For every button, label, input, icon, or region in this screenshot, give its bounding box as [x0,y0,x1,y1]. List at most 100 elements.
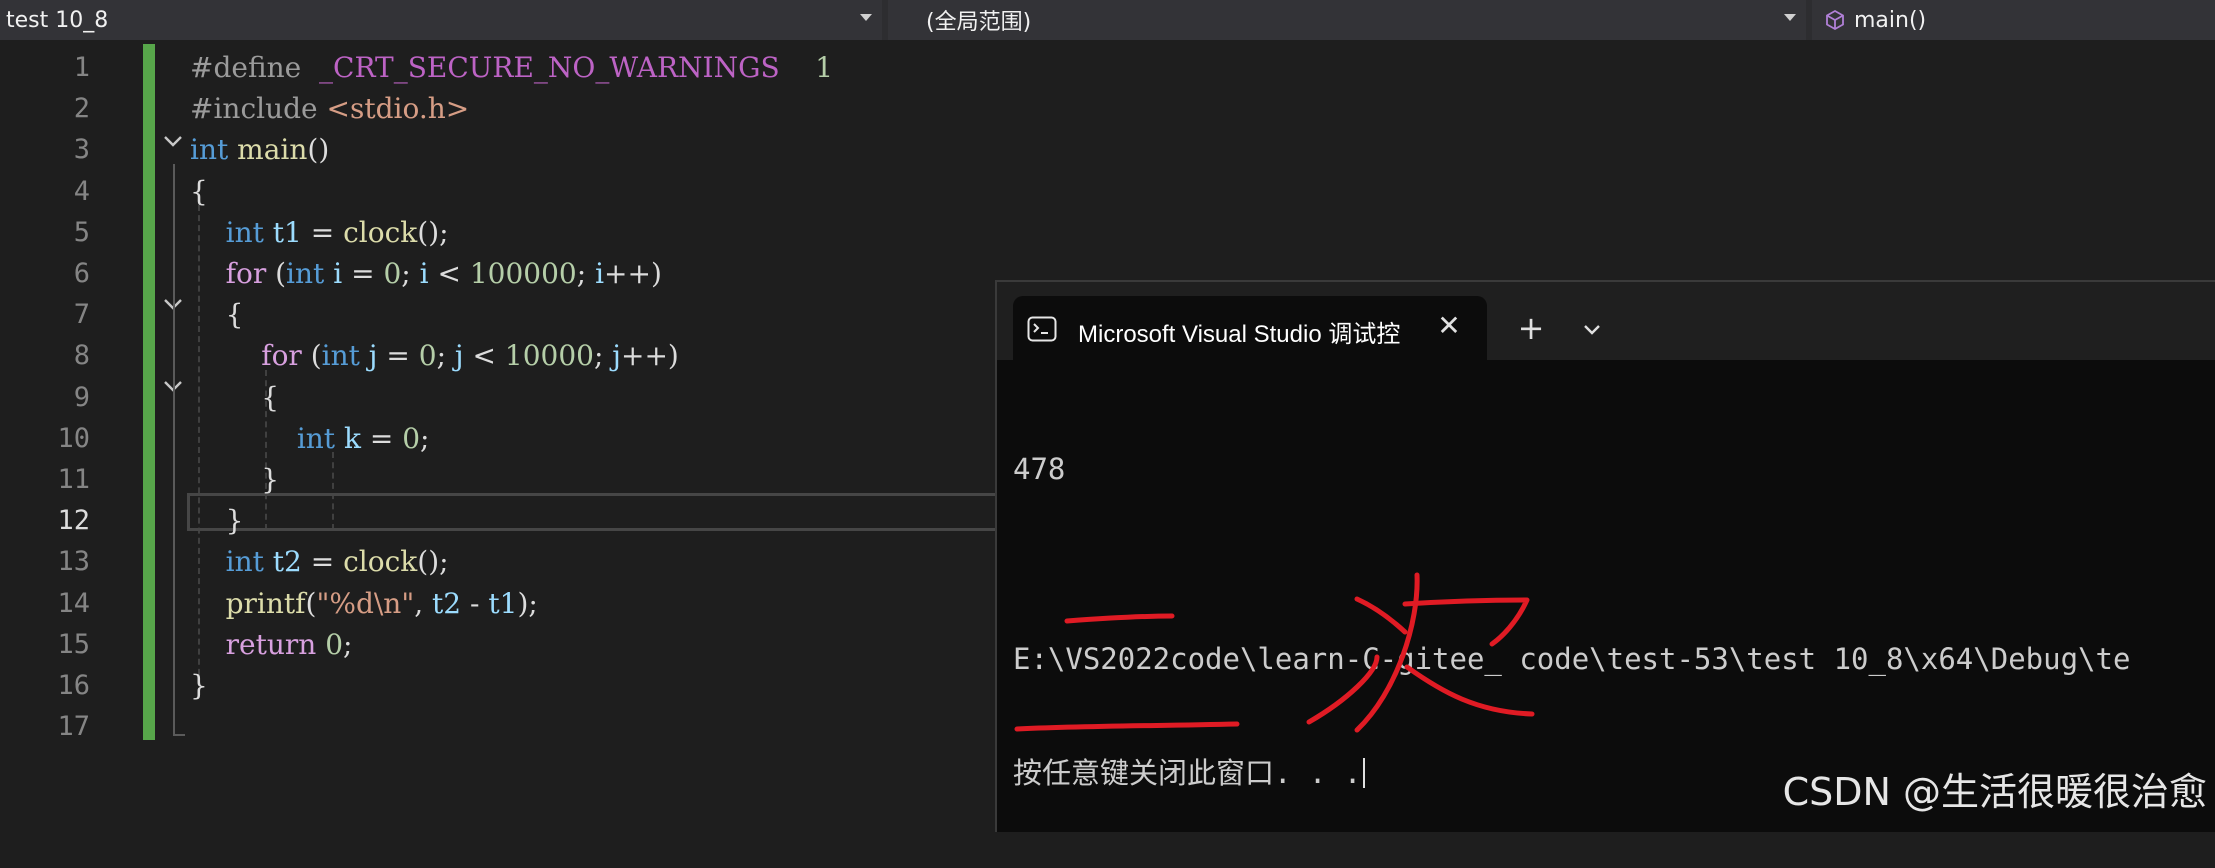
code-line: } [190,665,208,706]
code-token: <stdio.h> [326,92,470,126]
code-token: < [463,339,505,373]
code-token: int [225,215,264,249]
code-line: int k = 0; [190,418,430,459]
outline-bracket [173,327,175,367]
code-line: for (int i = 0; i < 100000; i++) [190,253,662,294]
code-line: printf("%d\n", t2 - t1); [190,583,538,624]
code-token: clock [343,215,418,249]
code-token: ; [343,627,353,661]
code-line: int t2 = clock(); [190,541,449,582]
line-number: 8 [73,340,90,372]
line-number: 9 [73,381,90,413]
line-number: 4 [73,175,90,207]
chevron-down-icon [1784,14,1796,21]
line-number: 15 [57,628,90,660]
code-token: i [419,257,429,290]
watermark-text: CSDN @生活很暖很治愈 [1782,770,2207,814]
code-token: = [360,421,403,455]
code-token: 0 [325,627,344,661]
line-number: 14 [57,587,90,619]
code-token: } [190,669,208,702]
code-token: , [414,586,433,620]
code-token: (); [417,215,449,249]
line-number: 1 [73,52,90,83]
code-token: main [237,133,308,167]
code-token: int [286,257,325,290]
member-dropdown[interactable]: main() [1812,0,2215,40]
code-token: j [612,339,621,373]
line-number: 10 [57,422,90,454]
code-token: 0 [383,257,402,290]
line-number: 7 [73,299,90,331]
scope-dropdown[interactable]: (全局范围) [888,0,1806,40]
code-token: _CRT_SECURE_NO_WARNINGS [319,51,780,84]
project-dropdown[interactable]: test 10_8 [0,0,882,40]
code-token: < [428,257,470,290]
code-token: () [307,133,330,167]
code-line: int t1 = clock(); [190,212,449,253]
code-token: int [296,421,336,455]
outline-bracket [173,409,175,449]
code-token: ); [517,586,538,620]
code-token: int [190,133,229,167]
code-line: return 0; [190,624,353,665]
method-cube-icon [1826,9,1844,31]
code-line: #include <stdio.h> [190,88,469,129]
code-token: ; [576,257,596,290]
outline-bracket [173,164,185,736]
code-token: t2 [432,586,462,620]
project-dropdown-label: test 10_8 [6,7,109,33]
code-token: ; [436,339,455,373]
code-token: int [321,339,360,373]
code-token: t1 [488,586,518,620]
fold-chevron-icon[interactable] [162,130,184,152]
line-number: 13 [57,546,90,578]
code-token: #include [190,92,318,126]
code-token: 100000 [469,257,577,290]
code-token: int [225,545,264,579]
code-token: (); [417,545,449,579]
code-token: { [190,298,244,332]
code-token: } [190,463,280,496]
code-line: { [190,294,244,335]
line-number: 11 [57,464,90,495]
code-token: ( [266,257,287,290]
code-token: i [595,257,605,290]
code-token: = [377,339,419,373]
code-token: "%d\n" [316,586,415,620]
member-dropdown-label: main() [1854,7,1927,33]
line-number: 17 [57,711,90,743]
debug-console-window[interactable]: Microsoft Visual Studio 调试控 ✕ + 478 E:\V… [995,280,2215,832]
code-token: = [342,257,384,290]
code-token: - [461,586,489,620]
code-token: clock [343,545,418,579]
code-line: { [190,377,279,418]
navigation-bar: test 10_8 (全局范围) main() [0,0,2215,40]
chevron-down-icon [860,14,872,21]
code-token: ( [301,339,322,373]
code-token: k [343,421,361,455]
code-token: j [454,339,464,373]
code-token: printf [225,586,306,620]
code-token: ++) [604,257,662,290]
handwritten-annotation: 二次 [1014,572,1535,733]
code-token: t1 [272,215,302,249]
code-token: = [301,545,344,579]
scope-dropdown-label: (全局范围) [926,10,1032,35]
code-line: } [190,459,279,500]
line-number: 16 [57,670,90,701]
